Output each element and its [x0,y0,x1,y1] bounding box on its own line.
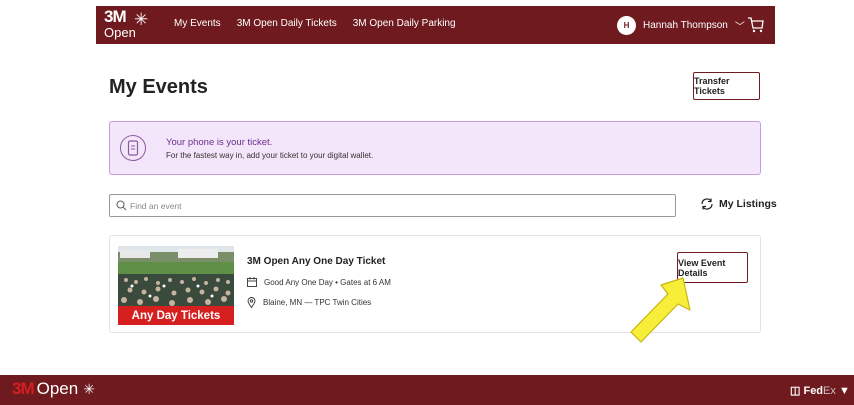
3m-open-logo[interactable]: 3M ✳ Open [104,7,160,42]
phone-ticket-banner: Your phone is your ticket. For the faste… [109,121,761,175]
footer-logo-open: Open [36,379,79,398]
top-nav-bar: 3M ✳ Open My Events 3M Open Daily Ticket… [96,6,775,44]
logo-open-text: Open [104,25,136,40]
avatar: H [617,16,636,35]
calendar-icon [247,277,257,287]
event-location-text: Blaine, MN — TPC Twin Cities [263,298,372,307]
event-search [109,194,676,217]
starburst-icon: ✳ [83,380,95,397]
search-icon [116,200,127,211]
user-menu[interactable]: H Hannah Thompson ﹀ [617,16,745,35]
page-title: My Events [109,76,208,98]
sponsor-mark-icon: ◫ [790,385,801,397]
my-listings-label: My Listings [719,198,777,210]
banner-title: Your phone is your ticket. [166,137,273,148]
my-listings-link[interactable]: My Listings [700,197,777,211]
event-date-row: Good Any One Day • Gates at 6 AM [247,277,391,287]
cart-icon[interactable] [747,16,765,34]
phone-icon [120,135,146,161]
transfer-tickets-button[interactable]: Transfer Tickets [693,72,760,100]
trophy-icon: ▼ [838,385,850,397]
fedex-ex: Ex [823,385,836,397]
refresh-icon [701,198,713,210]
search-input[interactable] [130,198,660,214]
logo-3m-text: 3M [104,7,127,26]
nav-my-events[interactable]: My Events [174,18,221,29]
banner-subtitle: For the fastest way in, add your ticket … [166,151,374,160]
pointer-arrow [630,277,691,343]
footer-logo[interactable]: 3M Open ✳ [12,379,95,399]
footer-bar: 3M Open ✳ ◫ FedEx ▼ [0,375,854,405]
nav-daily-tickets[interactable]: 3M Open Daily Tickets [237,18,337,29]
user-name: Hannah Thompson [643,20,728,31]
nav-daily-parking[interactable]: 3M Open Daily Parking [353,18,456,29]
any-day-tickets-badge: Any Day Tickets [118,306,234,325]
event-date-text: Good Any One Day • Gates at 6 AM [264,277,391,287]
event-location-row: Blaine, MN — TPC Twin Cities [247,297,371,308]
starburst-icon: ✳ [134,10,149,29]
footer-logo-3m: 3M [12,379,35,398]
main-nav: My Events 3M Open Daily Tickets 3M Open … [174,18,456,29]
location-pin-icon [247,297,256,308]
event-image[interactable]: Any Day Tickets [118,246,234,325]
fedex-fed: Fed [803,385,824,397]
chevron-down-icon: ﹀ [734,22,745,33]
event-title: 3M Open Any One Day Ticket [247,256,386,267]
fedex-sponsor-logo: ◫ FedEx ▼ [790,384,850,397]
